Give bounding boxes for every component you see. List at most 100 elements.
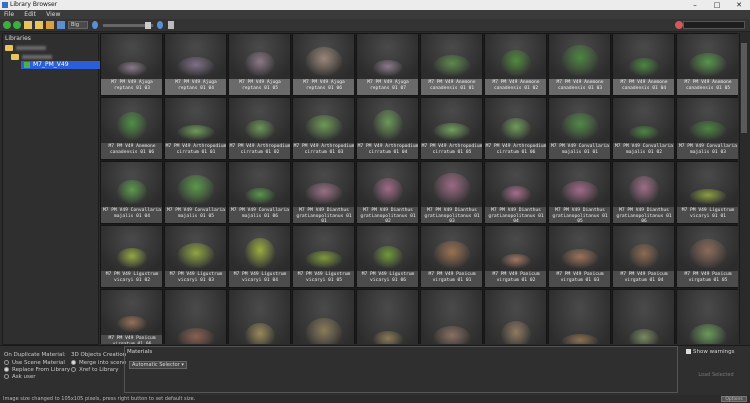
library-thumbnail[interactable]: M7 PM V49 Convallaria majalis 01 02 (612, 97, 675, 160)
menu-view[interactable]: View (42, 10, 64, 19)
library-thumbnail[interactable]: M7 PM V49 Ligustrum vicaryi 01 03 (164, 225, 227, 288)
radio-merge[interactable]: Merge into scene (71, 360, 126, 367)
library-node-2[interactable] (11, 53, 52, 61)
library-thumbnail[interactable] (676, 289, 738, 344)
library-thumbnail[interactable]: M7 PM V49 Arthropodium cirratum 01 05 (420, 97, 483, 160)
radio-replace-library[interactable]: Replace From Library (4, 367, 70, 374)
library-thumbnail[interactable] (356, 289, 419, 344)
search-input[interactable] (683, 21, 745, 29)
library-thumbnail[interactable]: M7 PM V49 Ajuga reptans 01 04 (164, 33, 227, 96)
library-thumbnail[interactable] (164, 289, 227, 344)
material-selector-dropdown[interactable]: Automatic Selector ▾ (129, 361, 187, 369)
library-thumbnail[interactable]: M7 PM V49 Ligustrum vicaryi 01 05 (292, 225, 355, 288)
library-thumbnail[interactable]: M7 PM V49 Convallaria majalis 01 01 (548, 97, 611, 160)
folder-icon (11, 53, 19, 60)
library-thumbnail[interactable]: M7 PM V49 Anemone canadensis 01 01 (420, 33, 483, 96)
thumbnail-size-slider[interactable] (103, 22, 153, 29)
slider-knob[interactable] (145, 22, 151, 29)
library-thumbnail[interactable]: M7 PM V49 Ligustrum vicaryi 01 04 (228, 225, 291, 288)
show-warnings-checkbox[interactable]: Show warnings (686, 349, 734, 355)
favorites-icon[interactable] (46, 21, 54, 29)
library-thumbnail[interactable] (548, 289, 611, 344)
library-thumbnail[interactable]: M7 PM V49 Ajuga reptans 01 07 (356, 33, 419, 96)
radio-ask-user[interactable]: Ask user (4, 374, 70, 381)
maximize-button[interactable]: □ (706, 0, 728, 10)
library-thumbnail[interactable]: M7 PM V49 Arthropodium cirratum 01 02 (228, 97, 291, 160)
library-thumbnail[interactable]: M7 PM V49 Dianthus gratianopolitanus 01 … (292, 161, 355, 224)
library-thumbnail[interactable]: M7 PM V49 Ligustrum vicaryi 01 02 (100, 225, 163, 288)
thumbnail-caption: M7 PM V49 Ligustrum vicaryi 01 01 (677, 207, 738, 223)
radio-xref[interactable]: Xref to Library (71, 367, 126, 374)
options-button[interactable]: Options (721, 396, 747, 402)
minimize-button[interactable]: – (684, 0, 706, 10)
library-thumbnail[interactable]: M7 PM V49 Panicum virgatum 01 05 (676, 225, 738, 288)
library-thumbnail[interactable]: M7 PM V49 Arthropodium cirratum 01 04 (356, 97, 419, 160)
library-thumbnail[interactable]: M7 PM V49 Ajuga reptans 01 06 (292, 33, 355, 96)
library-thumbnail[interactable]: M7 PM V49 Dianthus gratianopolitanus 01 … (548, 161, 611, 224)
back-icon[interactable] (3, 21, 11, 29)
library-thumbnail[interactable]: M7 PM V49 Panicum virgatum 01 03 (548, 225, 611, 288)
library-thumbnail[interactable]: M7 PM V49 Ajuga reptans 01 05 (228, 33, 291, 96)
forward-icon[interactable] (13, 21, 21, 29)
library-thumbnail[interactable]: M7 PM V49 Dianthus gratianopolitanus 01 … (612, 161, 675, 224)
library-thumbnail[interactable]: M7 PM V49 Dianthus gratianopolitanus 01 … (484, 161, 547, 224)
library-thumbnail[interactable]: M7 PM V49 Anemone canadensis 01 06 (100, 97, 163, 160)
thumbnail-caption: M7 PM V49 Ajuga reptans 01 07 (357, 79, 418, 95)
menu-file[interactable]: File (0, 10, 18, 19)
radio-icon (4, 367, 9, 372)
thumbnail-image (485, 98, 546, 143)
refresh-icon[interactable] (57, 21, 65, 29)
thumbnail-caption: M7 PM V49 Dianthus gratianopolitanus 01 … (293, 207, 354, 223)
radio-use-scene[interactable]: Use Scene Material (4, 360, 70, 367)
library-thumbnail[interactable]: M7 PM V49 Ligustrum vicaryi 01 01 (676, 161, 738, 224)
library-thumbnail[interactable]: M7 PM V49 Dianthus gratianopolitanus 01 … (420, 161, 483, 224)
library-thumbnail[interactable]: M7 PM V49 Arthropodium cirratum 01 03 (292, 97, 355, 160)
thumbnail-caption: M7 PM V49 Dianthus gratianopolitanus 01 … (613, 207, 674, 223)
library-thumbnail[interactable]: M7 PM V49 Arthropodium cirratum 01 01 (164, 97, 227, 160)
vertical-scrollbar[interactable] (739, 33, 748, 344)
library-thumbnail[interactable]: M7 PM V49 Anemone canadensis 01 03 (548, 33, 611, 96)
page-icon[interactable] (168, 21, 174, 29)
thumbnail-grid: M7 PM V49 Ajuga reptans 01 03 M7 PM V49 A… (100, 33, 738, 344)
library-thumbnail[interactable]: M7 PM V49 Panicum virgatum 01 04 (612, 225, 675, 288)
library-thumbnail[interactable]: M7 PM V49 Dianthus gratianopolitanus 01 … (356, 161, 419, 224)
load-selected-button[interactable]: Load Selected (690, 370, 742, 381)
open-folder-icon[interactable] (35, 21, 43, 29)
library-thumbnail[interactable]: M7 PM V49 Anemone canadensis 01 05 (676, 33, 738, 96)
plant-shape (245, 120, 275, 140)
folder-icon[interactable] (24, 21, 32, 29)
library-thumbnail[interactable]: M7 PM V49 Convallaria majalis 01 03 (676, 97, 738, 160)
size-dropdown[interactable]: Big (68, 21, 88, 29)
library-thumbnail[interactable] (612, 289, 675, 344)
thumbnail-caption: M7 PM V49 Panicum virgatum 01 06 (101, 335, 162, 344)
library-thumbnail[interactable]: M7 PM V49 Convallaria majalis 01 04 (100, 161, 163, 224)
library-thumbnail[interactable]: M7 PM V49 Arthropodium cirratum 01 06 (484, 97, 547, 160)
library-thumbnail[interactable]: M7 PM V49 Ajuga reptans 01 03 (100, 33, 163, 96)
library-thumbnail[interactable]: M7 PM V49 Panicum virgatum 01 02 (484, 225, 547, 288)
plant-shape (177, 57, 215, 76)
close-button[interactable]: ✕ (728, 0, 750, 10)
library-thumbnail[interactable] (292, 289, 355, 344)
library-thumbnail[interactable]: M7 PM V49 Ligustrum vicaryi 01 06 (356, 225, 419, 288)
plant-shape (177, 328, 215, 344)
library-thumbnail[interactable]: M7 PM V49 Anemone canadensis 01 04 (612, 33, 675, 96)
library-item-selected[interactable]: M7_PM_V49 (21, 61, 101, 69)
library-node-1[interactable] (5, 44, 46, 52)
thumbnail-caption: M7 PM V49 Convallaria majalis 01 05 (165, 207, 226, 223)
library-thumbnail[interactable]: M7 PM V49 Anemone canadensis 01 02 (484, 33, 547, 96)
library-thumbnail[interactable] (420, 289, 483, 344)
library-thumbnail[interactable] (228, 289, 291, 344)
thumbnail-caption: M7 PM V49 Anemone canadensis 01 04 (613, 79, 674, 95)
library-thumbnail[interactable]: M7 PM V49 Convallaria majalis 01 05 (164, 161, 227, 224)
thumbnail-image (165, 290, 226, 344)
library-thumbnail[interactable]: M7 PM V49 Panicum virgatum 01 01 (420, 225, 483, 288)
library-thumbnail[interactable] (484, 289, 547, 344)
thumbnail-caption: M7 PM V49 Dianthus gratianopolitanus 01 … (421, 207, 482, 223)
scroll-thumb[interactable] (741, 43, 747, 133)
plant-shape (629, 244, 659, 268)
library-thumbnail[interactable]: M7 PM V49 Convallaria majalis 01 06 (228, 161, 291, 224)
thumbnail-image (165, 98, 226, 143)
menu-edit[interactable]: Edit (20, 10, 40, 19)
library-thumbnail[interactable]: M7 PM V49 Panicum virgatum 01 06 (100, 289, 163, 344)
search-icon[interactable] (675, 21, 683, 29)
